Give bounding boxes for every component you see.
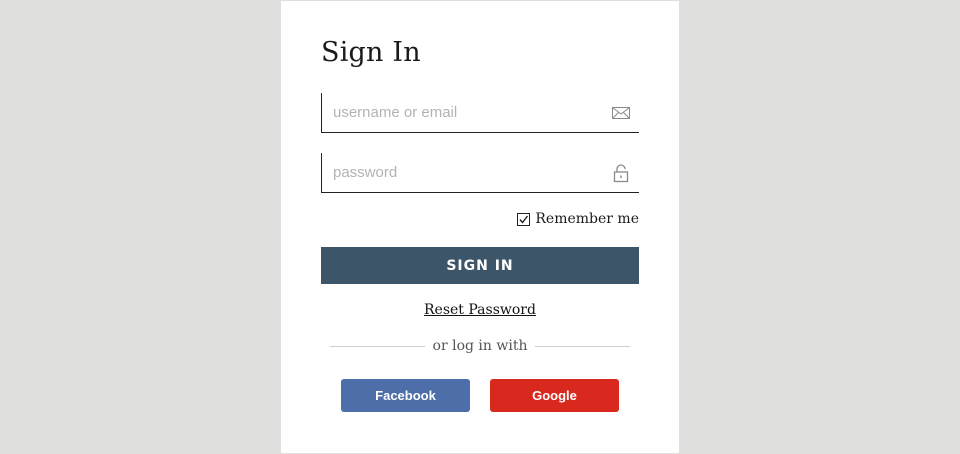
reset-password-link[interactable]: Reset Password (424, 302, 536, 318)
password-field[interactable] (321, 153, 639, 193)
checkbox-checked-icon[interactable] (517, 212, 531, 226)
google-login-button[interactable]: Google (490, 379, 619, 412)
social-divider: or log in with (330, 337, 630, 355)
facebook-login-button[interactable]: Facebook (341, 379, 470, 412)
remember-me-checkbox[interactable]: Remember me (517, 211, 639, 227)
username-field[interactable] (321, 93, 639, 133)
password-input[interactable] (333, 153, 593, 191)
username-input[interactable] (333, 93, 593, 131)
divider-text: or log in with (432, 338, 528, 354)
envelope-icon (612, 107, 630, 119)
page-title: Sign In (321, 37, 421, 68)
divider-line-left (330, 345, 425, 347)
sign-in-button[interactable]: SIGN IN (321, 247, 639, 284)
divider-line-right (535, 345, 630, 347)
unlock-icon (613, 164, 629, 183)
signin-card: Sign In Remember me SIGN IN Reset Passwo… (281, 1, 679, 453)
remember-me-label: Remember me (535, 211, 639, 227)
reset-password-row: Reset Password (281, 302, 679, 318)
